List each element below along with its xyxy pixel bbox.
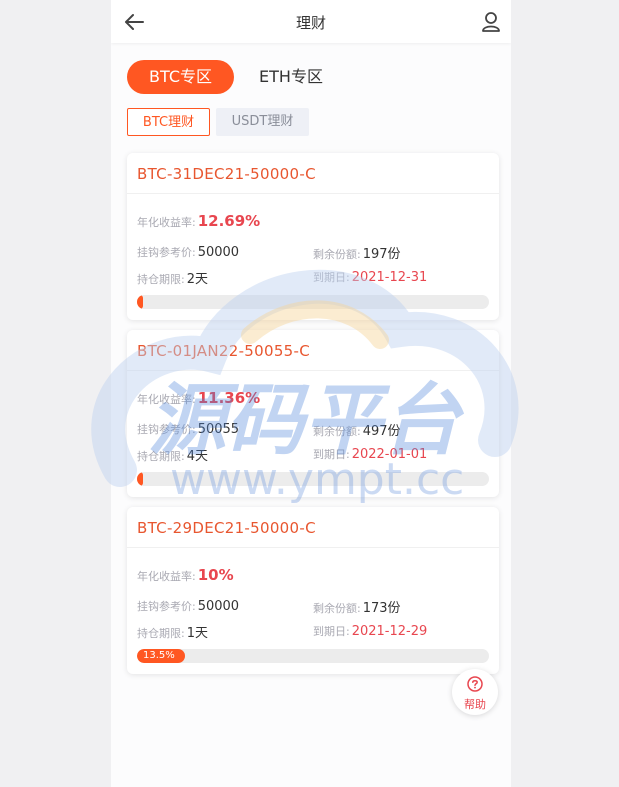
term-label: 持仓期限: [137,627,185,640]
product-name: BTC-31DEC21-50000-C [127,153,499,194]
progress-bar [137,472,489,486]
tab-btc-zone[interactable]: BTC专区 [127,60,234,94]
page-title: 理财 [295,14,326,32]
maturity-field: 到期日: 2021-12-31 [313,266,427,285]
product-card[interactable]: BTC-01JAN22-50055-C 年化收益率: 11.36% 挂钩参考价: 5… [127,330,499,497]
ref-price-label: 挂钩参考价: [137,600,196,613]
yield-row: 年化收益率: 12.69% [137,211,260,230]
product-card[interactable]: BTC-31DEC21-50000-C 年化收益率: 12.69% 挂钩参考价: 5… [127,153,499,320]
progress-fill [137,472,143,486]
subtab-usdt-finance[interactable]: USDT理财 [216,108,309,136]
ref-price-value: 50000 [197,599,240,614]
ref-price-label: 挂钩参考价: [137,423,196,436]
remaining-value: 173份 [362,601,401,616]
remaining-value: 497份 [362,424,401,439]
remaining-field: 剩余份额: 173份 [313,597,401,616]
maturity-label: 到期日: [313,271,350,284]
yield-label: 年化收益率: [137,216,196,229]
user-icon[interactable] [481,11,501,33]
yield-row: 年化收益率: 10% [137,565,234,584]
progress-fill: 13.5% [137,649,185,663]
product-card[interactable]: BTC-29DEC21-50000-C 年化收益率: 10% 挂钩参考价: 5000… [127,507,499,674]
maturity-field: 到期日: 2021-12-29 [313,620,427,639]
maturity-value: 2021-12-31 [351,270,428,285]
ref-price-value: 50000 [197,245,240,260]
term-field: 持仓期限: 2天 [137,268,208,287]
ref-price-value: 50055 [197,422,240,437]
tab-eth-zone[interactable]: ETH专区 [251,60,331,94]
maturity-label: 到期日: [313,448,350,461]
maturity-label: 到期日: [313,625,350,638]
yield-value: 10% [197,566,234,584]
yield-label: 年化收益率: [137,393,196,406]
question-circle-icon [467,676,483,692]
term-value: 1天 [186,626,208,641]
term-field: 持仓期限: 1天 [137,622,208,641]
progress-bar: 13.5% [137,649,489,663]
top-bar: 理财 [111,0,511,43]
yield-value: 11.36% [197,389,261,407]
progress-fill [137,295,143,309]
term-label: 持仓期限: [137,450,185,463]
product-name: BTC-29DEC21-50000-C [127,507,499,548]
yield-label: 年化收益率: [137,570,196,583]
remaining-field: 剩余份额: 497份 [313,420,401,439]
yield-row: 年化收益率: 11.36% [137,388,260,407]
maturity-field: 到期日: 2022-01-01 [313,443,427,462]
ref-price-field: 挂钩参考价: 50000 [137,595,239,614]
maturity-value: 2022-01-01 [351,447,428,462]
term-field: 持仓期限: 4天 [137,445,208,464]
maturity-value: 2021-12-29 [351,624,428,639]
help-label: 帮助 [464,698,486,711]
remaining-label: 剩余份额: [313,248,361,261]
remaining-field: 剩余份额: 197份 [313,243,401,262]
ref-price-field: 挂钩参考价: 50055 [137,418,239,437]
ref-price-label: 挂钩参考价: [137,246,196,259]
term-value: 2天 [186,272,208,287]
app-screen: 理财 BTC专区 ETH专区 BTC理财 USDT理财 BTC-31DEC21-… [111,0,511,787]
yield-value: 12.69% [197,212,261,230]
remaining-label: 剩余份额: [313,425,361,438]
progress-bar [137,295,489,309]
product-name: BTC-01JAN22-50055-C [127,330,499,371]
ref-price-field: 挂钩参考价: 50000 [137,241,239,260]
remaining-label: 剩余份额: [313,602,361,615]
term-label: 持仓期限: [137,273,185,286]
term-value: 4天 [186,449,208,464]
subtab-btc-finance[interactable]: BTC理财 [127,108,210,136]
remaining-value: 197份 [362,247,401,262]
help-button[interactable]: 帮助 [452,669,498,715]
